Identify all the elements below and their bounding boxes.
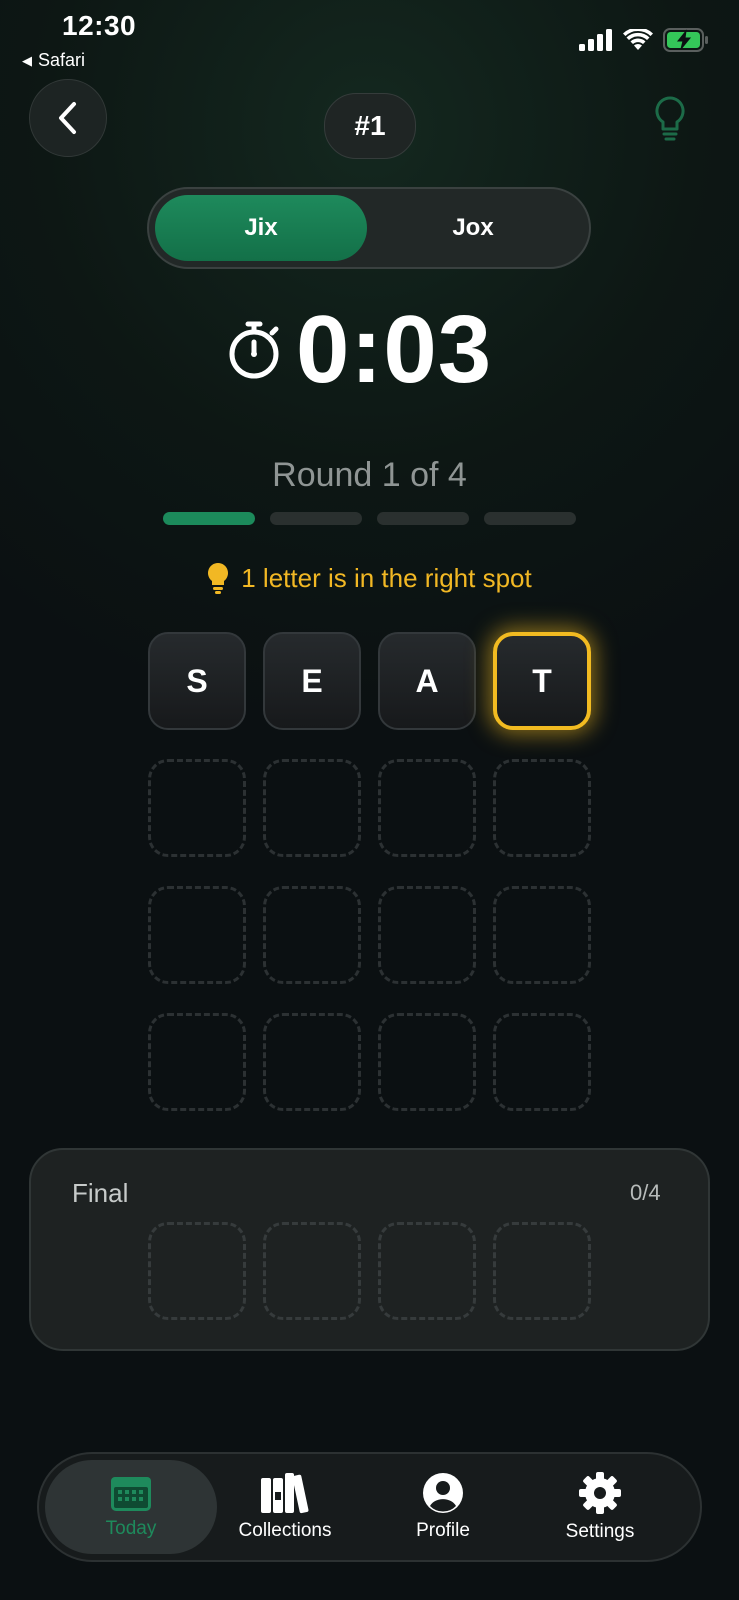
empty-tile[interactable] [493, 1013, 591, 1111]
tab-label: Settings [565, 1521, 635, 1542]
empty-tile[interactable] [263, 1013, 361, 1111]
round-progress [163, 512, 576, 525]
back-triangle-icon: ◀ [22, 52, 32, 68]
empty-tile[interactable] [378, 1013, 476, 1111]
guess-grid: S E A T [148, 632, 591, 1140]
final-row [148, 1222, 591, 1320]
tab-bar: Today Collections Profile Settings [37, 1452, 702, 1562]
letter-tile[interactable]: A [378, 632, 476, 730]
segment-option-jix[interactable]: Jix [155, 195, 367, 261]
letter-tile[interactable]: E [263, 632, 361, 730]
calendar-icon [111, 1477, 151, 1511]
empty-tile[interactable] [378, 759, 476, 857]
books-icon [261, 1473, 309, 1514]
tab-label: Today [105, 1518, 157, 1539]
hint-button[interactable] [650, 94, 690, 144]
tab-collections[interactable]: Collections [199, 1460, 371, 1554]
round-progress-segment [163, 512, 255, 525]
chevron-left-icon [59, 102, 76, 134]
battery-charging-icon [663, 28, 708, 52]
tab-label: Profile [416, 1520, 470, 1541]
tab-label: Collections [238, 1520, 332, 1541]
signal-icon [579, 29, 612, 51]
empty-tile[interactable] [263, 759, 361, 857]
round-progress-segment [270, 512, 362, 525]
letter-tile-highlighted[interactable]: T [493, 632, 591, 730]
empty-tile[interactable] [148, 886, 246, 984]
segment-option-jox[interactable]: Jox [367, 195, 579, 261]
empty-tile[interactable] [493, 886, 591, 984]
mode-segmented-control: Jix Jox [147, 187, 591, 269]
guess-row: S E A T [148, 632, 591, 730]
stopwatch-icon [229, 321, 279, 379]
back-to-app-link[interactable]: ◀ Safari [22, 50, 85, 71]
tab-today[interactable]: Today [45, 1460, 217, 1554]
tab-profile[interactable]: Profile [357, 1460, 529, 1554]
empty-tile[interactable] [148, 759, 246, 857]
back-button[interactable] [29, 79, 107, 157]
lightbulb-icon [208, 563, 229, 594]
tab-settings[interactable]: Settings [514, 1460, 686, 1554]
final-count: 0/4 [630, 1180, 661, 1205]
status-icons [579, 28, 709, 52]
final-label: Final [72, 1178, 129, 1208]
final-tile[interactable] [493, 1222, 591, 1320]
guess-row [148, 886, 591, 984]
guess-row [148, 759, 591, 857]
final-tile[interactable] [378, 1222, 476, 1320]
status-time: 12:30 [62, 10, 137, 41]
guess-row [148, 1013, 591, 1111]
hint-text: 1 letter is in the right spot [241, 562, 532, 593]
round-progress-segment [484, 512, 576, 525]
hint-message: 1 letter is in the right spot [0, 562, 739, 594]
round-progress-segment [377, 512, 469, 525]
empty-tile[interactable] [493, 759, 591, 857]
final-tile[interactable] [148, 1222, 246, 1320]
final-tile[interactable] [263, 1222, 361, 1320]
letter-tile[interactable]: S [148, 632, 246, 730]
profile-icon [423, 1473, 463, 1513]
round-label: Round 1 of 4 [272, 456, 467, 494]
puzzle-number-badge: #1 [324, 93, 416, 159]
wifi-icon [623, 29, 653, 50]
timer-value: 0:03 [296, 296, 493, 403]
timer: 0:03 [226, 302, 492, 398]
back-app-label: Safari [38, 50, 86, 70]
lightbulb-outline-icon [655, 96, 685, 141]
empty-tile[interactable] [148, 1013, 246, 1111]
empty-tile[interactable] [263, 886, 361, 984]
gear-icon [579, 1472, 621, 1514]
empty-tile[interactable] [378, 886, 476, 984]
